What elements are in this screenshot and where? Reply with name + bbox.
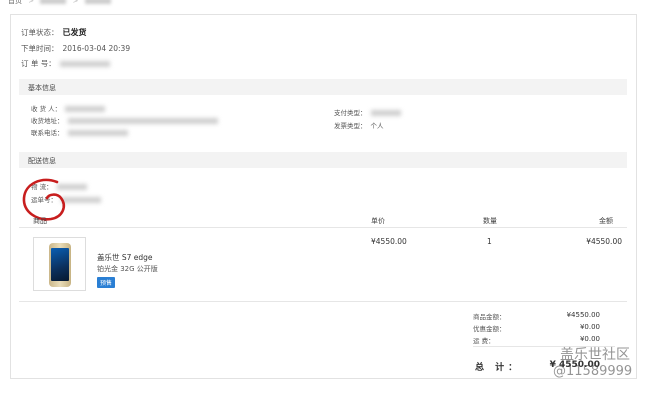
goods-amount-value: ¥4550.00 — [566, 311, 600, 319]
product-amount: ¥4550.00 — [586, 237, 622, 246]
breadcrumb: 首页 > > — [8, 0, 111, 6]
order-number-label: 订 单 号： — [21, 59, 56, 68]
total-label: 总 计： — [475, 363, 522, 373]
invoice-label: 发票类型： — [334, 122, 367, 130]
tracking-label: 运单号： — [31, 196, 57, 204]
payment-blurred — [370, 110, 401, 116]
product-name[interactable]: 盖乐世 S7 edge — [97, 252, 153, 263]
phone-label: 联系电话： — [31, 129, 64, 137]
shipping-value: ¥0.00 — [579, 335, 600, 343]
breadcrumb-separator: > — [28, 0, 35, 5]
product-price: ¥4550.00 — [371, 237, 407, 246]
basic-info-title: 基本信息 — [28, 84, 56, 92]
payment-row: 支付类型： — [334, 107, 401, 117]
payment-label: 支付类型： — [334, 109, 367, 117]
order-status-value: 已发货 — [62, 28, 87, 37]
table-header-divider — [19, 227, 627, 228]
receiver-blurred — [65, 106, 106, 112]
order-number-row: 订 单 号： — [21, 58, 110, 69]
logistics-blurred — [56, 184, 87, 190]
header-product: 商品 — [33, 217, 47, 225]
receiver-row: 收 货 人： — [31, 103, 106, 113]
address-label: 收货地址： — [31, 117, 64, 125]
phone-icon — [49, 243, 71, 287]
order-time-label: 下单时间： — [21, 44, 59, 53]
tracking-blurred — [61, 197, 101, 203]
receiver-label: 收 货 人： — [31, 105, 62, 113]
order-time-row: 下单时间： 2016-03-04 20:39 — [21, 43, 130, 54]
breadcrumb-separator-2: > — [72, 0, 79, 5]
order-detail-panel: 订单状态： 已发货 下单时间： 2016-03-04 20:39 订 单 号： 基本… — [10, 14, 637, 379]
header-qty: 数量 — [483, 217, 497, 225]
phone-blurred — [67, 130, 128, 136]
header-price: 单价 — [371, 217, 385, 225]
product-spec: 铂光金 32G 公开版 — [97, 265, 158, 273]
address-row: 收货地址： — [31, 115, 218, 125]
presale-tag: 预售 — [97, 277, 116, 288]
header-amount: 金额 — [599, 217, 613, 225]
product-image[interactable] — [33, 237, 86, 291]
shipping-label: 运 费： — [473, 337, 495, 345]
order-number-blurred — [59, 61, 110, 67]
delivery-info-header: 配送信息 — [19, 152, 627, 168]
phone-row: 联系电话： — [31, 127, 128, 137]
discount-label: 优惠金额： — [473, 325, 506, 333]
watermark-community: 盖乐世社区 — [560, 347, 630, 363]
order-time-value: 2016-03-04 20:39 — [62, 44, 131, 53]
tracking-row: 运单号： — [31, 194, 101, 204]
breadcrumb-blurred — [40, 0, 67, 4]
product-qty: 1 — [487, 237, 492, 246]
discount-value: ¥0.00 — [579, 323, 600, 331]
invoice-value: 个人 — [370, 122, 384, 130]
breadcrumb-blurred-2 — [84, 0, 111, 4]
order-status-label: 订单状态： — [21, 28, 59, 37]
delivery-info-title: 配送信息 — [28, 157, 56, 165]
address-blurred — [67, 118, 218, 124]
breadcrumb-home[interactable]: 首页 — [8, 0, 22, 5]
logistics-row: 物 流： — [31, 181, 87, 191]
goods-amount-label: 商品金额： — [473, 313, 506, 321]
watermark-handle: @11589999 — [553, 364, 633, 379]
logistics-label: 物 流： — [31, 183, 53, 191]
table-body-divider — [19, 301, 627, 302]
basic-info-header: 基本信息 — [19, 79, 627, 95]
order-status-row: 订单状态： 已发货 — [21, 27, 87, 38]
invoice-row: 发票类型： 个人 — [334, 120, 384, 130]
